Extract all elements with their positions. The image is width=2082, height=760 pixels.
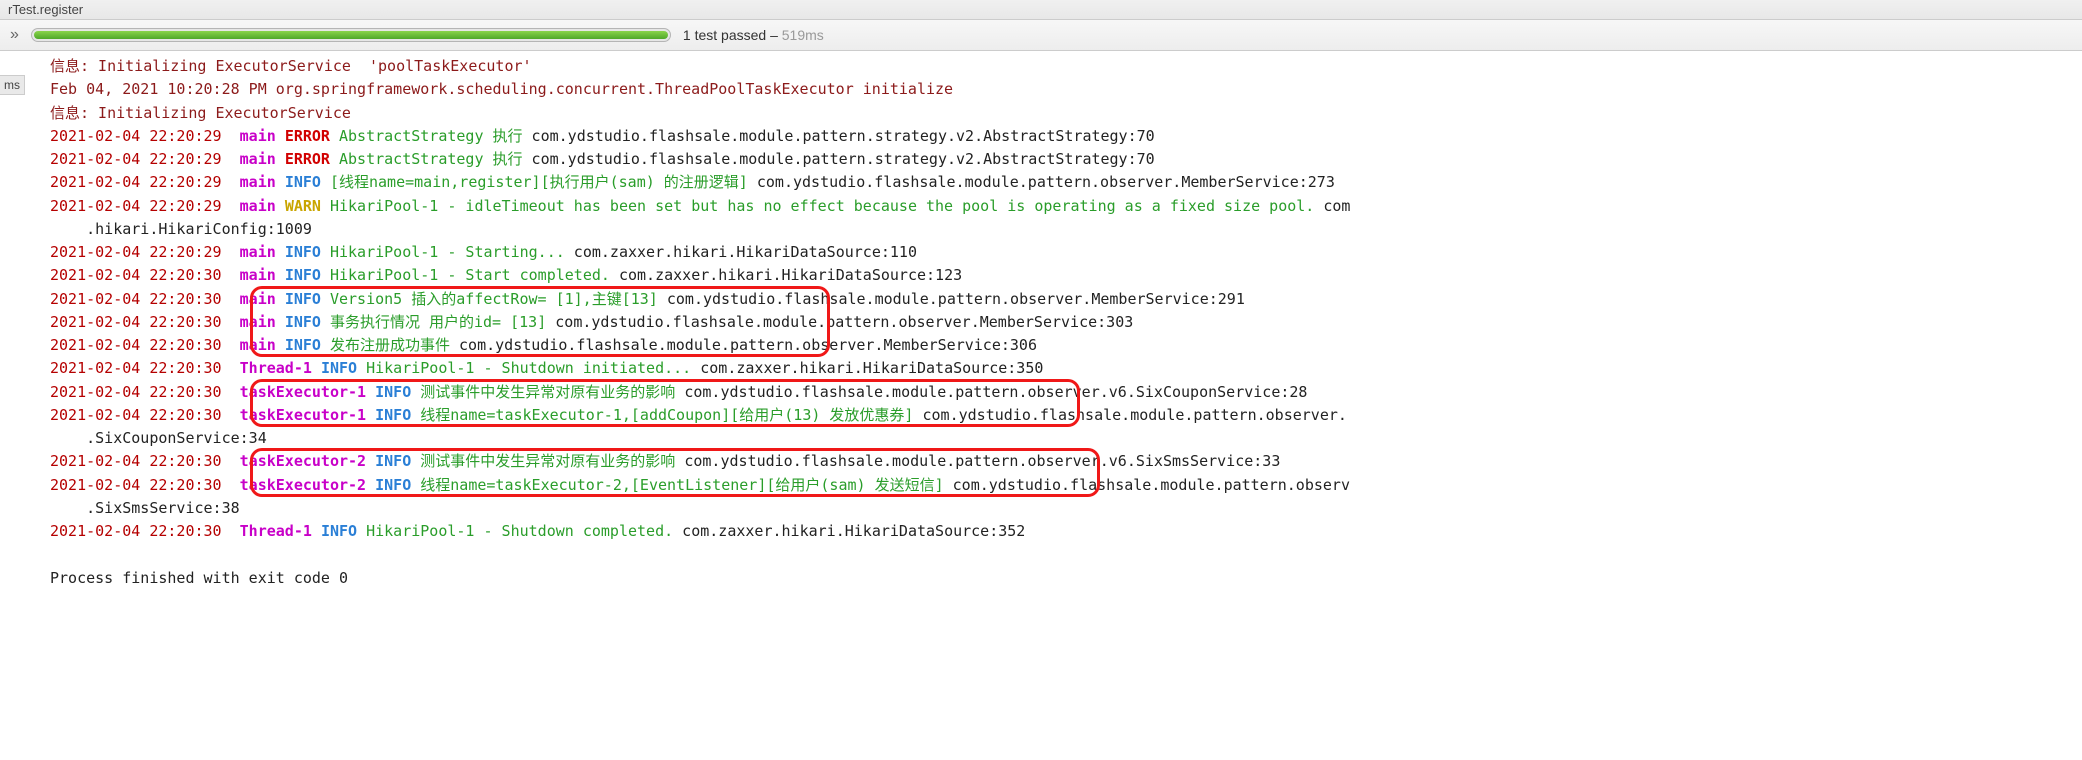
test-duration: 519ms: [782, 27, 824, 43]
log-line: .SixCouponService:34: [50, 427, 2074, 450]
log-line: 2021-02-04 22:20:30 main INFO 事务执行情况 用户的…: [50, 311, 2074, 334]
log-line: 2021-02-04 22:20:30 main INFO 发布注册成功事件 c…: [50, 334, 2074, 357]
title-bar: rTest.register: [0, 0, 2082, 20]
log-line: 2021-02-04 22:20:30 Thread-1 INFO Hikari…: [50, 357, 2074, 380]
log-line: 2021-02-04 22:20:29 main INFO [线程name=ma…: [50, 171, 2074, 194]
log-line: Feb 04, 2021 10:20:28 PM org.springframe…: [50, 78, 2074, 101]
progress-fill: [34, 31, 668, 39]
title-text: rTest.register: [8, 2, 83, 17]
log-line: 信息: Initializing ExecutorService 'poolTa…: [50, 55, 2074, 78]
log-line: 2021-02-04 22:20:29 main ERROR AbstractS…: [50, 125, 2074, 148]
log-line: 2021-02-04 22:20:30 main INFO Version5 插…: [50, 288, 2074, 311]
log-line: 2021-02-04 22:20:29 main ERROR AbstractS…: [50, 148, 2074, 171]
log-line: 2021-02-04 22:20:30 taskExecutor-1 INFO …: [50, 404, 2074, 427]
log-line: 2021-02-04 22:20:30 taskExecutor-2 INFO …: [50, 450, 2074, 473]
test-status: 1 test passed – 519ms: [683, 27, 824, 43]
log-line: .SixSmsService:38: [50, 497, 2074, 520]
log-line: Process finished with exit code 0: [50, 567, 2074, 590]
log-line: 2021-02-04 22:20:30 taskExecutor-1 INFO …: [50, 381, 2074, 404]
console-output[interactable]: 信息: Initializing ExecutorService 'poolTa…: [0, 51, 2082, 610]
log-line: 2021-02-04 22:20:30 Thread-1 INFO Hikari…: [50, 520, 2074, 543]
log-line: 2021-02-04 22:20:29 main INFO HikariPool…: [50, 241, 2074, 264]
left-gutter-tab[interactable]: ms: [0, 75, 25, 95]
log-line: [50, 543, 2074, 566]
test-toolbar: » 1 test passed – 519ms: [0, 20, 2082, 51]
log-line: .hikari.HikariConfig:1009: [50, 218, 2074, 241]
log-line: 2021-02-04 22:20:30 taskExecutor-2 INFO …: [50, 474, 2074, 497]
log-line: 信息: Initializing ExecutorService: [50, 102, 2074, 125]
log-line: 2021-02-04 22:20:29 main WARN HikariPool…: [50, 195, 2074, 218]
test-progress-bar: [31, 28, 671, 42]
log-line: 2021-02-04 22:20:30 main INFO HikariPool…: [50, 264, 2074, 287]
test-passed-label: 1 test passed: [683, 27, 766, 43]
breadcrumb-chevron-icon[interactable]: »: [10, 26, 19, 44]
